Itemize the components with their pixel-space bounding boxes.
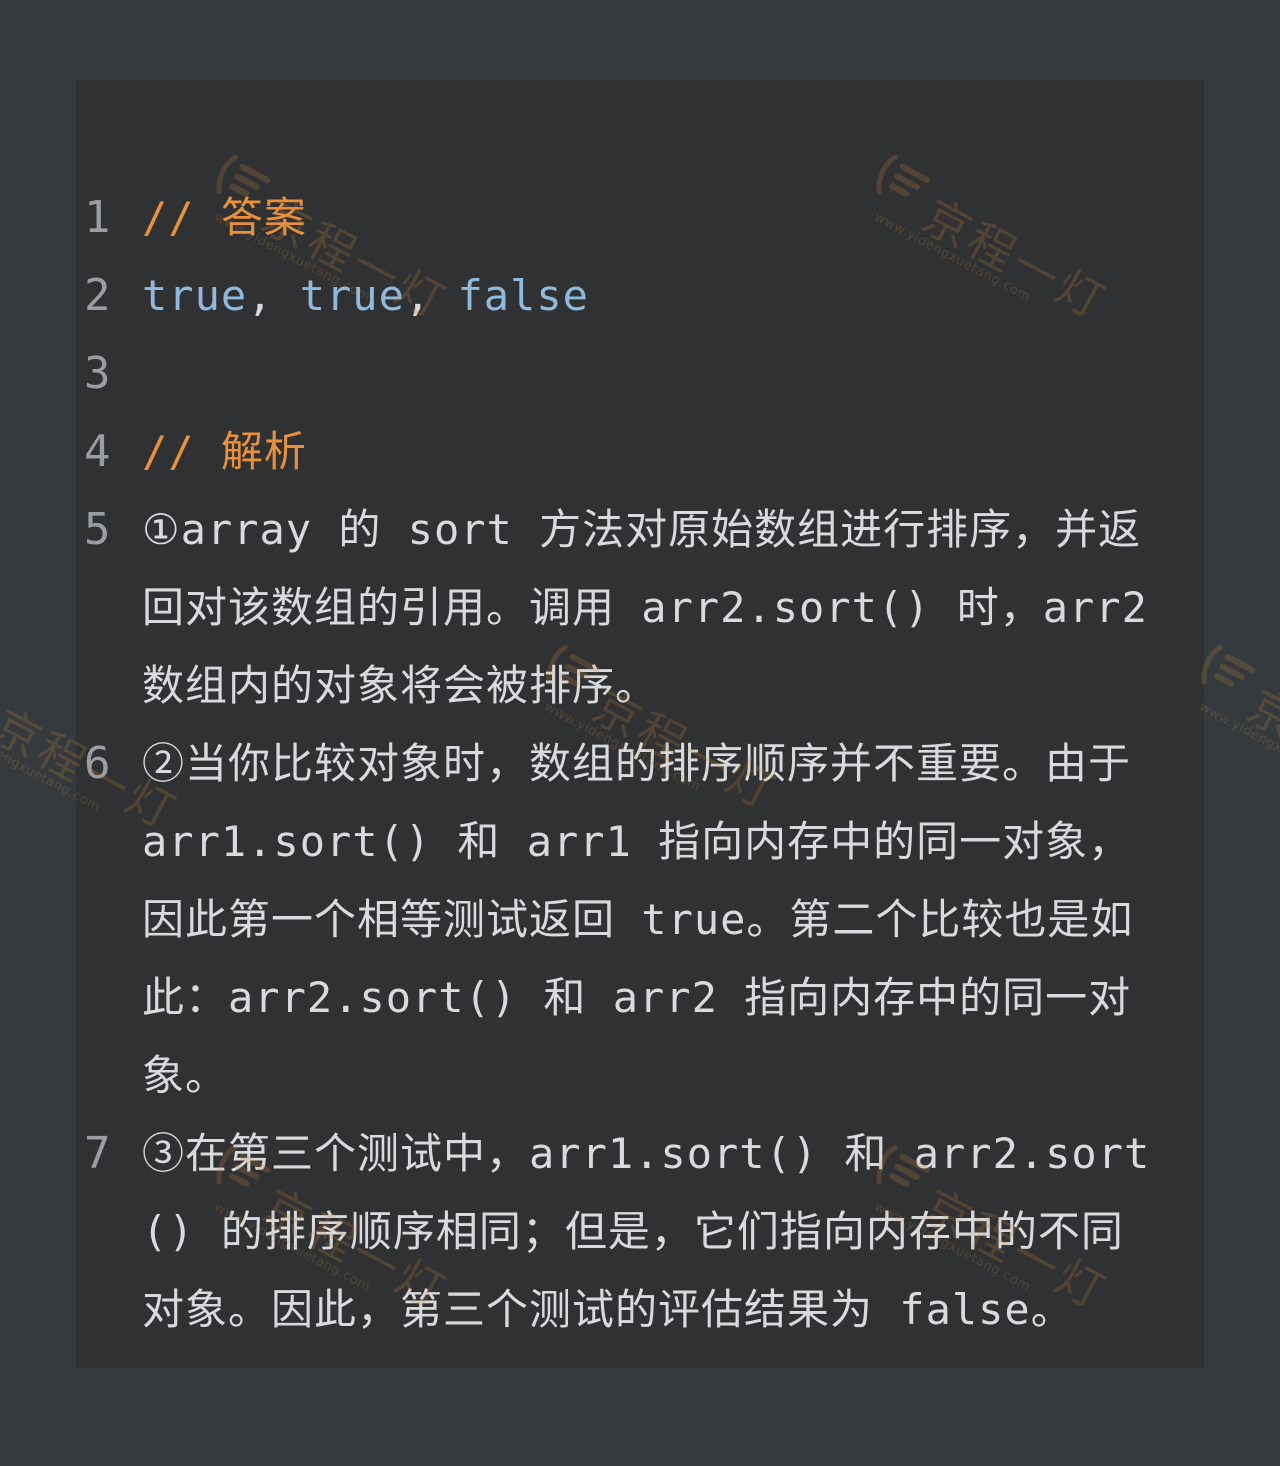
code-panel: 1 // 答案 2 true, true, false 3 4 // 解析 5 ①array …: [76, 80, 1204, 1368]
line-number: 6: [84, 738, 111, 789]
punct-token: ,: [247, 271, 300, 320]
line-number: 7: [84, 1128, 111, 1179]
code-line-6: 6 ②当你比较对象时，数组的排序顺序并不重要。由于 arr1.sort() 和 a…: [76, 725, 1204, 1115]
line-content: ③在第三个测试中，arr1.sort() 和 arr2.sort() 的排序顺序…: [142, 1115, 1204, 1349]
line-number: 5: [84, 504, 111, 555]
code-line-4: 4 // 解析: [76, 413, 1204, 491]
line-content: true, true, false: [142, 257, 1204, 335]
lamp-logo-icon: [0, 673, 1, 694]
code-line-5: 5 ①array 的 sort 方法对原始数组进行排序，并返回对该数组的引用。调用…: [76, 491, 1204, 725]
code-lines: 1 // 答案 2 true, true, false 3 4 // 解析 5 ①array …: [76, 179, 1204, 1349]
watermark-url: www.yidengxuetang.com: [1196, 699, 1280, 795]
comment-token: // 答案: [142, 193, 307, 242]
comment-token: // 解析: [142, 427, 307, 476]
line-number: 4: [84, 426, 111, 477]
line-number: 1: [84, 192, 111, 243]
keyword-token: true: [142, 271, 248, 320]
code-line-7: 7 ③在第三个测试中，arr1.sort() 和 arr2.sort() 的排序顺…: [76, 1115, 1204, 1349]
line-content: ①array 的 sort 方法对原始数组进行排序，并返回对该数组的引用。调用 …: [142, 491, 1204, 725]
punct-token: ,: [404, 271, 458, 320]
line-content: // 答案: [142, 179, 1204, 257]
plain-token: ②当你比较对象时，数组的排序顺序并不重要。由于 arr1.sort() 和 ar…: [142, 739, 1134, 1100]
line-content: ②当你比较对象时，数组的排序顺序并不重要。由于 arr1.sort() 和 ar…: [142, 725, 1204, 1115]
watermark-name: 京程一灯: [1239, 678, 1280, 821]
line-number: 2: [84, 270, 111, 321]
plain-token: ①array 的 sort 方法对原始数组进行排序，并返回对该数组的引用。调用 …: [142, 505, 1148, 710]
code-line-1: 1 // 答案: [76, 179, 1204, 257]
line-content: // 解析: [142, 413, 1204, 491]
line-content: [142, 335, 1204, 413]
code-line-2: 2 true, true, false: [76, 257, 1204, 335]
line-number: 3: [84, 348, 111, 399]
keyword-token: true: [299, 271, 405, 320]
plain-token: ③在第三个测试中，arr1.sort() 和 arr2.sort() 的排序顺序…: [142, 1129, 1151, 1334]
code-line-3: 3: [76, 335, 1204, 413]
keyword-token: false: [457, 271, 589, 320]
